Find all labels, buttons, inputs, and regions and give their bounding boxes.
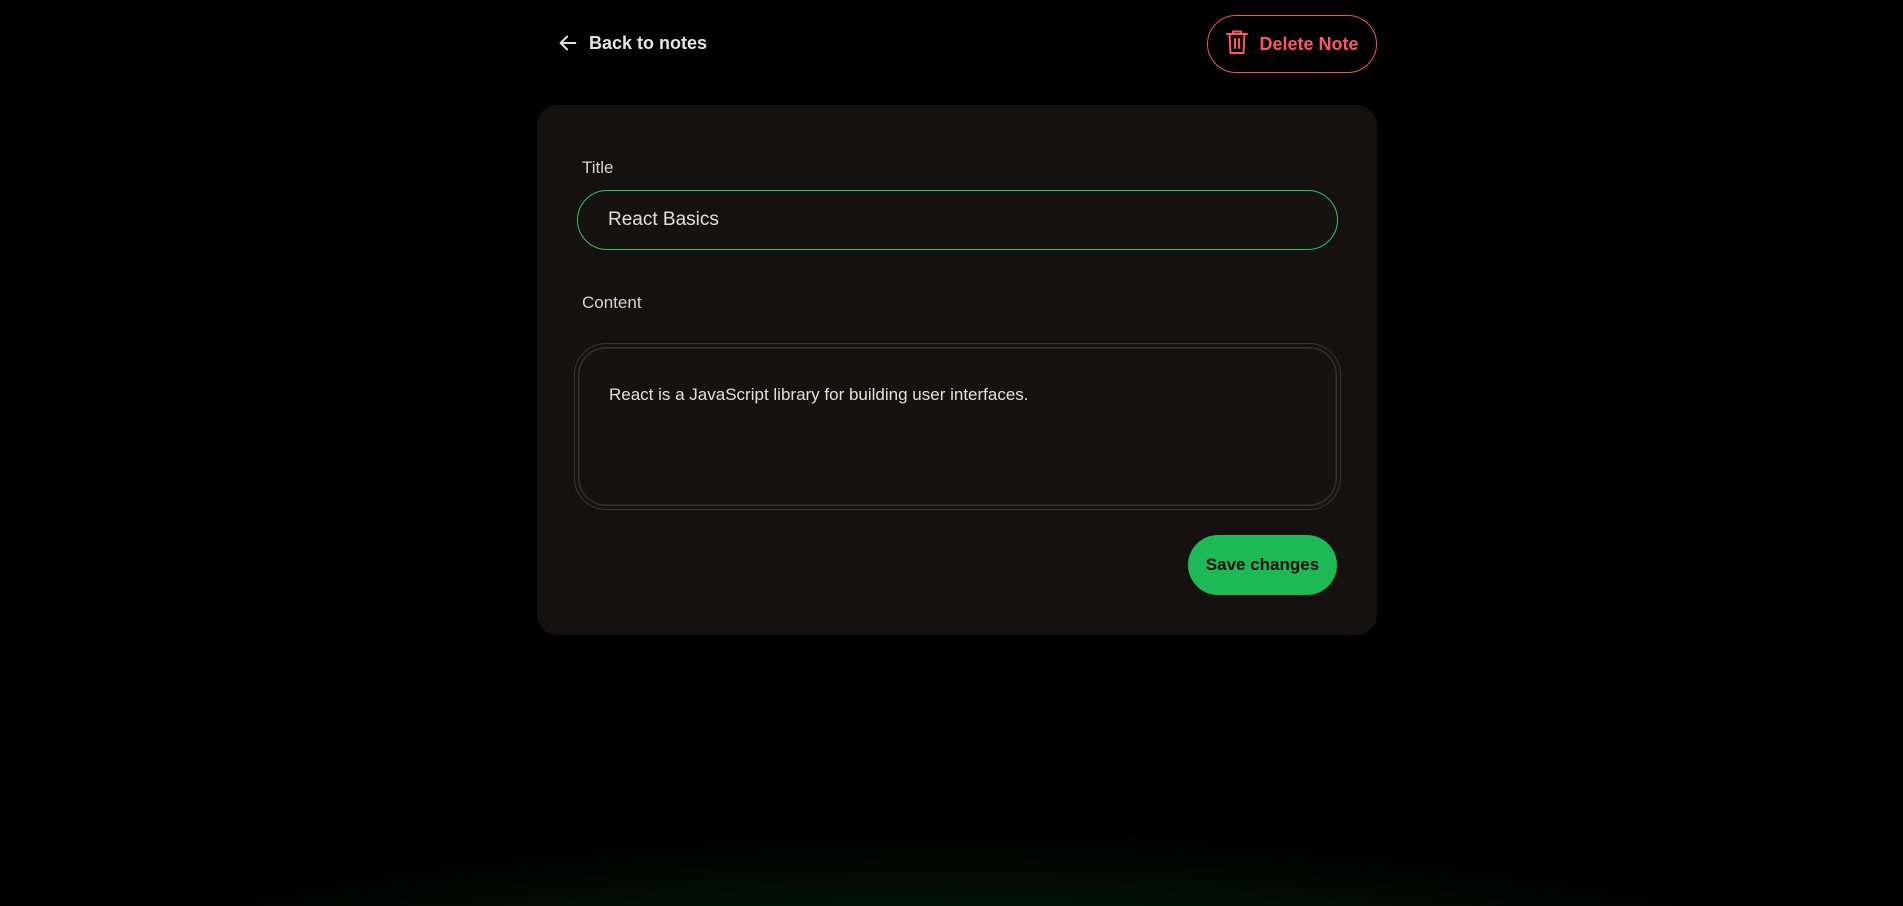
back-to-notes-label: Back to notes <box>589 32 708 53</box>
content-textarea[interactable]: React is a JavaScript library for buildi… <box>574 343 1341 510</box>
trash-icon <box>1225 29 1249 60</box>
delete-note-label: Delete Note <box>1259 33 1359 54</box>
background-glow <box>0 606 1903 906</box>
save-changes-button[interactable]: Save changes <box>1188 535 1337 595</box>
content-field-label: Content <box>582 293 642 312</box>
delete-note-button[interactable]: Delete Note <box>1207 15 1377 73</box>
title-field-label: Title <box>582 158 614 177</box>
edit-note-card: Title Content React is a JavaScript libr… <box>537 105 1377 635</box>
page: Back to notes Delete Note Title Content … <box>0 0 1903 906</box>
top-bar: Back to notes Delete Note <box>537 15 1377 75</box>
back-to-notes-link[interactable]: Back to notes <box>557 32 707 54</box>
title-input[interactable] <box>577 190 1338 250</box>
arrow-left-icon <box>557 32 579 54</box>
